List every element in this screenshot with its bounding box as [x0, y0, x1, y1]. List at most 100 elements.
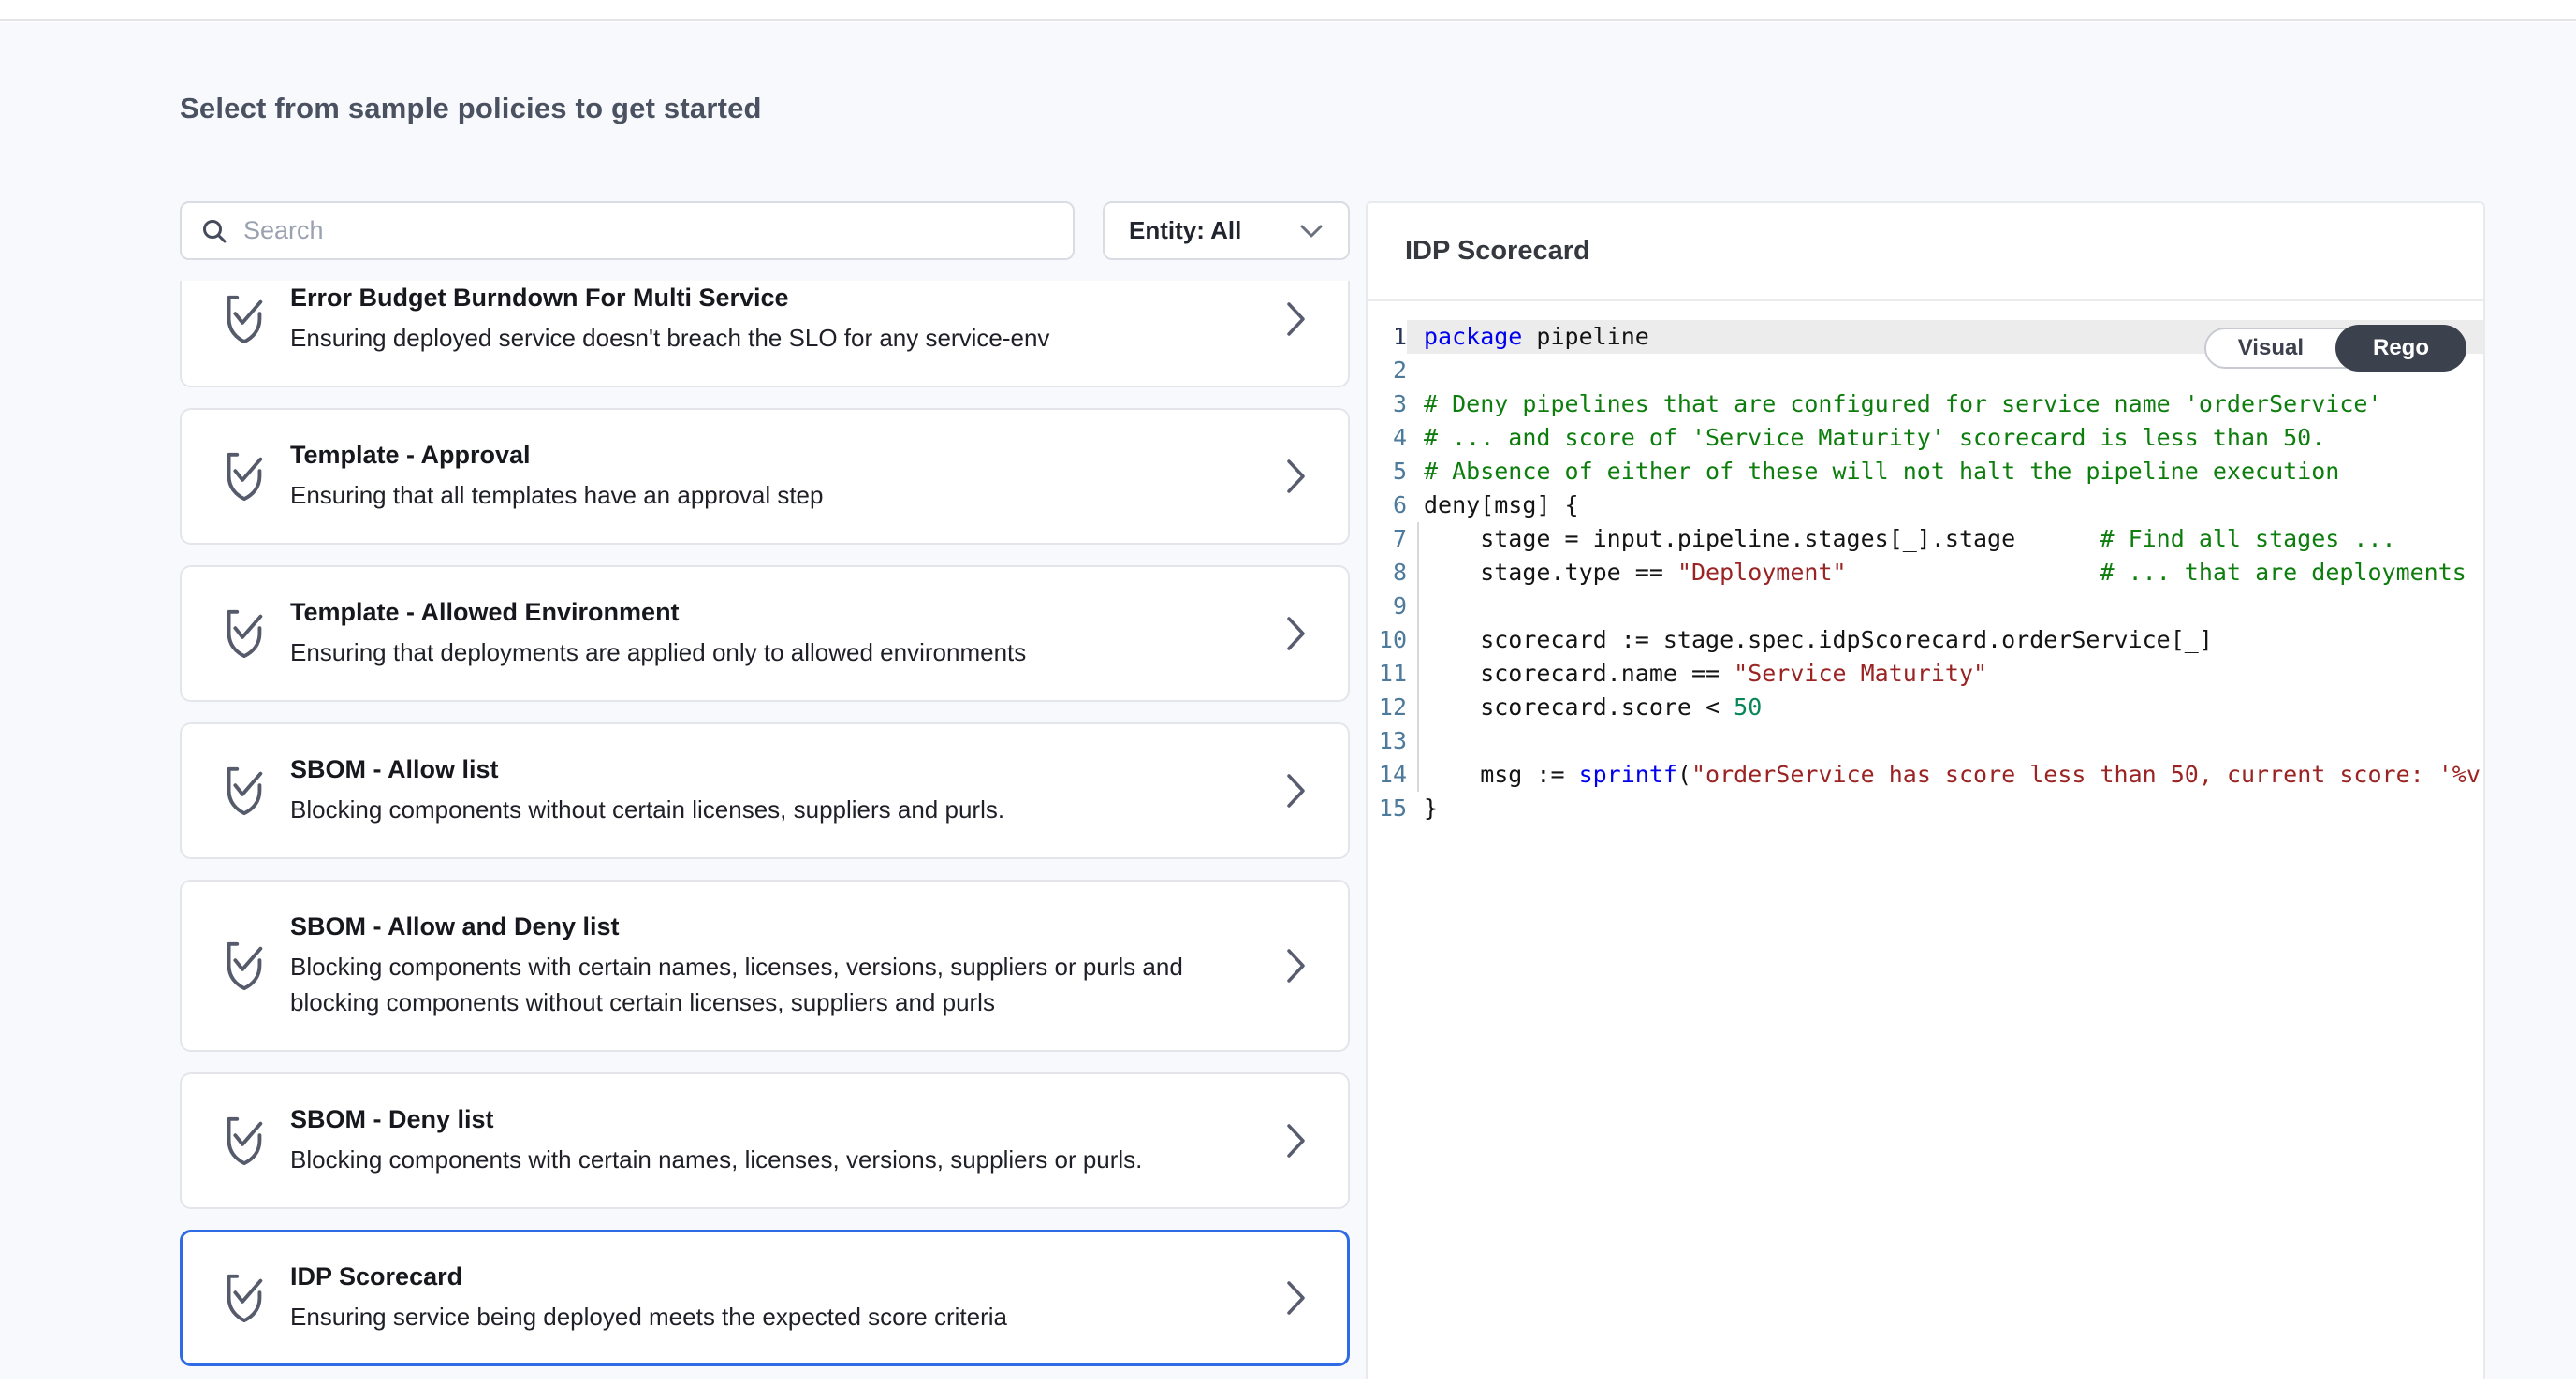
policy-card-title: SBOM - Allow and Deny list — [290, 911, 1262, 941]
magnifier-icon — [200, 217, 228, 245]
line-number: 11 — [1368, 657, 1407, 691]
filter-row: Entity: All — [180, 201, 1350, 260]
policy-card[interactable]: IDP Scorecard Ensuring service being dep… — [180, 1230, 1350, 1366]
line-number: 5 — [1368, 455, 1407, 488]
chevron-down-icon — [1299, 224, 1324, 239]
policy-list[interactable]: Error Budget Burndown For Multi Service … — [180, 281, 1350, 1378]
code-line: # Deny pipelines that are configured for… — [1407, 387, 2483, 421]
shield-check-icon — [223, 1272, 266, 1324]
code-line: stage.type == "Deployment" # ... that ar… — [1407, 556, 2483, 590]
policy-card[interactable]: Template - Approval Ensuring that all te… — [180, 408, 1350, 545]
policy-card-title: Error Budget Burndown For Multi Service — [290, 283, 1262, 313]
code-row: 12 scorecard.score < 50 — [1368, 691, 2483, 724]
policy-card-title: SBOM - Allow list — [290, 754, 1262, 784]
code-line: } — [1407, 792, 2483, 825]
shield-check-icon — [223, 607, 266, 660]
line-number: 1 — [1368, 320, 1407, 354]
toggle-visual-button[interactable]: Visual — [2206, 329, 2335, 367]
policy-card-title: IDP Scorecard — [290, 1261, 1262, 1291]
search-input[interactable] — [243, 216, 1054, 245]
code-line: deny[msg] { — [1407, 488, 2483, 522]
policy-card-text: Error Budget Burndown For Multi Service … — [290, 283, 1262, 356]
code-line — [1407, 724, 2483, 758]
policy-card-description: Blocking components without certain lice… — [290, 792, 1208, 827]
line-number: 9 — [1368, 590, 1407, 623]
code-row: 10 scorecard := stage.spec.idpScorecard.… — [1368, 623, 2483, 657]
entity-filter-label: Entity: All — [1129, 216, 1241, 245]
top-bar — [0, 0, 2576, 21]
code-row: 3# Deny pipelines that are configured fo… — [1368, 387, 2483, 421]
panel-header: IDP Scorecard — [1368, 203, 2483, 301]
line-number: 2 — [1368, 354, 1407, 387]
policy-card[interactable]: Error Budget Burndown For Multi Service … — [180, 281, 1350, 387]
shield-check-icon — [223, 1115, 266, 1167]
line-number: 7 — [1368, 522, 1407, 556]
chevron-right-icon — [1286, 300, 1307, 338]
page-title: Select from sample policies to get start… — [180, 92, 762, 125]
code-row: 15} — [1368, 792, 2483, 825]
code-line: scorecard.score < 50 — [1407, 691, 2483, 724]
line-number: 15 — [1368, 792, 1407, 825]
code-row: 8 stage.type == "Deployment" # ... that … — [1368, 556, 2483, 590]
chevron-right-icon — [1286, 947, 1307, 984]
code-line: # ... and score of 'Service Maturity' sc… — [1407, 421, 2483, 455]
code-editor[interactable]: 1package pipeline23# Deny pipelines that… — [1368, 320, 2483, 825]
code-row: 6deny[msg] { — [1368, 488, 2483, 522]
toggle-rego-button[interactable]: Rego — [2335, 325, 2466, 372]
policy-card-description: Ensuring service being deployed meets th… — [290, 1299, 1208, 1334]
policy-card-text: Template - Approval Ensuring that all te… — [290, 440, 1262, 513]
policy-detail-panel: IDP Scorecard 1package pipeline23# Deny … — [1366, 201, 2485, 1379]
policy-card-text: SBOM - Allow list Blocking components wi… — [290, 754, 1262, 827]
policy-card[interactable]: SBOM - Allow and Deny list Blocking comp… — [180, 880, 1350, 1052]
policy-card-text: SBOM - Allow and Deny list Blocking comp… — [290, 911, 1262, 1020]
policy-card-title: SBOM - Deny list — [290, 1104, 1262, 1134]
code-line: # Absence of either of these will not ha… — [1407, 455, 2483, 488]
shield-check-icon — [223, 765, 266, 817]
policy-card-text: IDP Scorecard Ensuring service being dep… — [290, 1261, 1262, 1334]
code-row: 5# Absence of either of these will not h… — [1368, 455, 2483, 488]
line-number: 12 — [1368, 691, 1407, 724]
chevron-right-icon — [1286, 1122, 1307, 1159]
policy-card[interactable]: SBOM - Deny list Blocking components wit… — [180, 1072, 1350, 1209]
code-row: 4# ... and score of 'Service Maturity' s… — [1368, 421, 2483, 455]
code-row: 9 — [1368, 590, 2483, 623]
policy-card-description: Blocking components with certain names, … — [290, 1142, 1208, 1177]
code-line: scorecard.name == "Service Maturity" — [1407, 657, 2483, 691]
line-number: 8 — [1368, 556, 1407, 590]
code-row: 14 msg := sprintf("orderService has scor… — [1368, 758, 2483, 792]
code-line: scorecard := stage.spec.idpScorecard.ord… — [1407, 623, 2483, 657]
policy-card-text: SBOM - Deny list Blocking components wit… — [290, 1104, 1262, 1177]
policy-card-text: Template - Allowed Environment Ensuring … — [290, 597, 1262, 670]
shield-check-icon — [223, 940, 266, 992]
panel-title: IDP Scorecard — [1405, 236, 1590, 267]
chevron-right-icon — [1286, 772, 1307, 809]
line-number: 4 — [1368, 421, 1407, 455]
code-row: 13 — [1368, 724, 2483, 758]
policy-card[interactable]: Template - Allowed Environment Ensuring … — [180, 565, 1350, 702]
indent-guide — [1417, 522, 1419, 792]
policy-card-description: Ensuring deployed service doesn't breach… — [290, 320, 1208, 356]
view-toggle: VisualRego — [2204, 328, 2465, 369]
search-box[interactable] — [180, 201, 1075, 260]
chevron-right-icon — [1286, 458, 1307, 495]
policy-card-description: Ensuring that all templates have an appr… — [290, 477, 1208, 513]
policy-card[interactable]: SBOM - Allow list Blocking components wi… — [180, 722, 1350, 859]
policy-list-column: Entity: All Error Budget Burndown For Mu… — [180, 201, 1350, 1379]
line-number: 14 — [1368, 758, 1407, 792]
policy-card-title: Template - Allowed Environment — [290, 597, 1262, 627]
chevron-right-icon — [1286, 1279, 1307, 1317]
line-number: 13 — [1368, 724, 1407, 758]
code-editor-lines: 1package pipeline23# Deny pipelines that… — [1368, 320, 2483, 825]
entity-filter-dropdown[interactable]: Entity: All — [1103, 201, 1350, 260]
code-line: msg := sprintf("orderService has score l… — [1407, 758, 2483, 792]
main-content: Select from sample policies to get start… — [0, 22, 2576, 1379]
line-number: 6 — [1368, 488, 1407, 522]
line-number: 10 — [1368, 623, 1407, 657]
shield-check-icon — [223, 450, 266, 503]
chevron-right-icon — [1286, 615, 1307, 652]
policy-card-title: Template - Approval — [290, 440, 1262, 470]
code-row: 7 stage = input.pipeline.stages[_].stage… — [1368, 522, 2483, 556]
policy-card-description: Blocking components with certain names, … — [290, 949, 1208, 1020]
code-line — [1407, 590, 2483, 623]
policy-card-description: Ensuring that deployments are applied on… — [290, 634, 1208, 670]
